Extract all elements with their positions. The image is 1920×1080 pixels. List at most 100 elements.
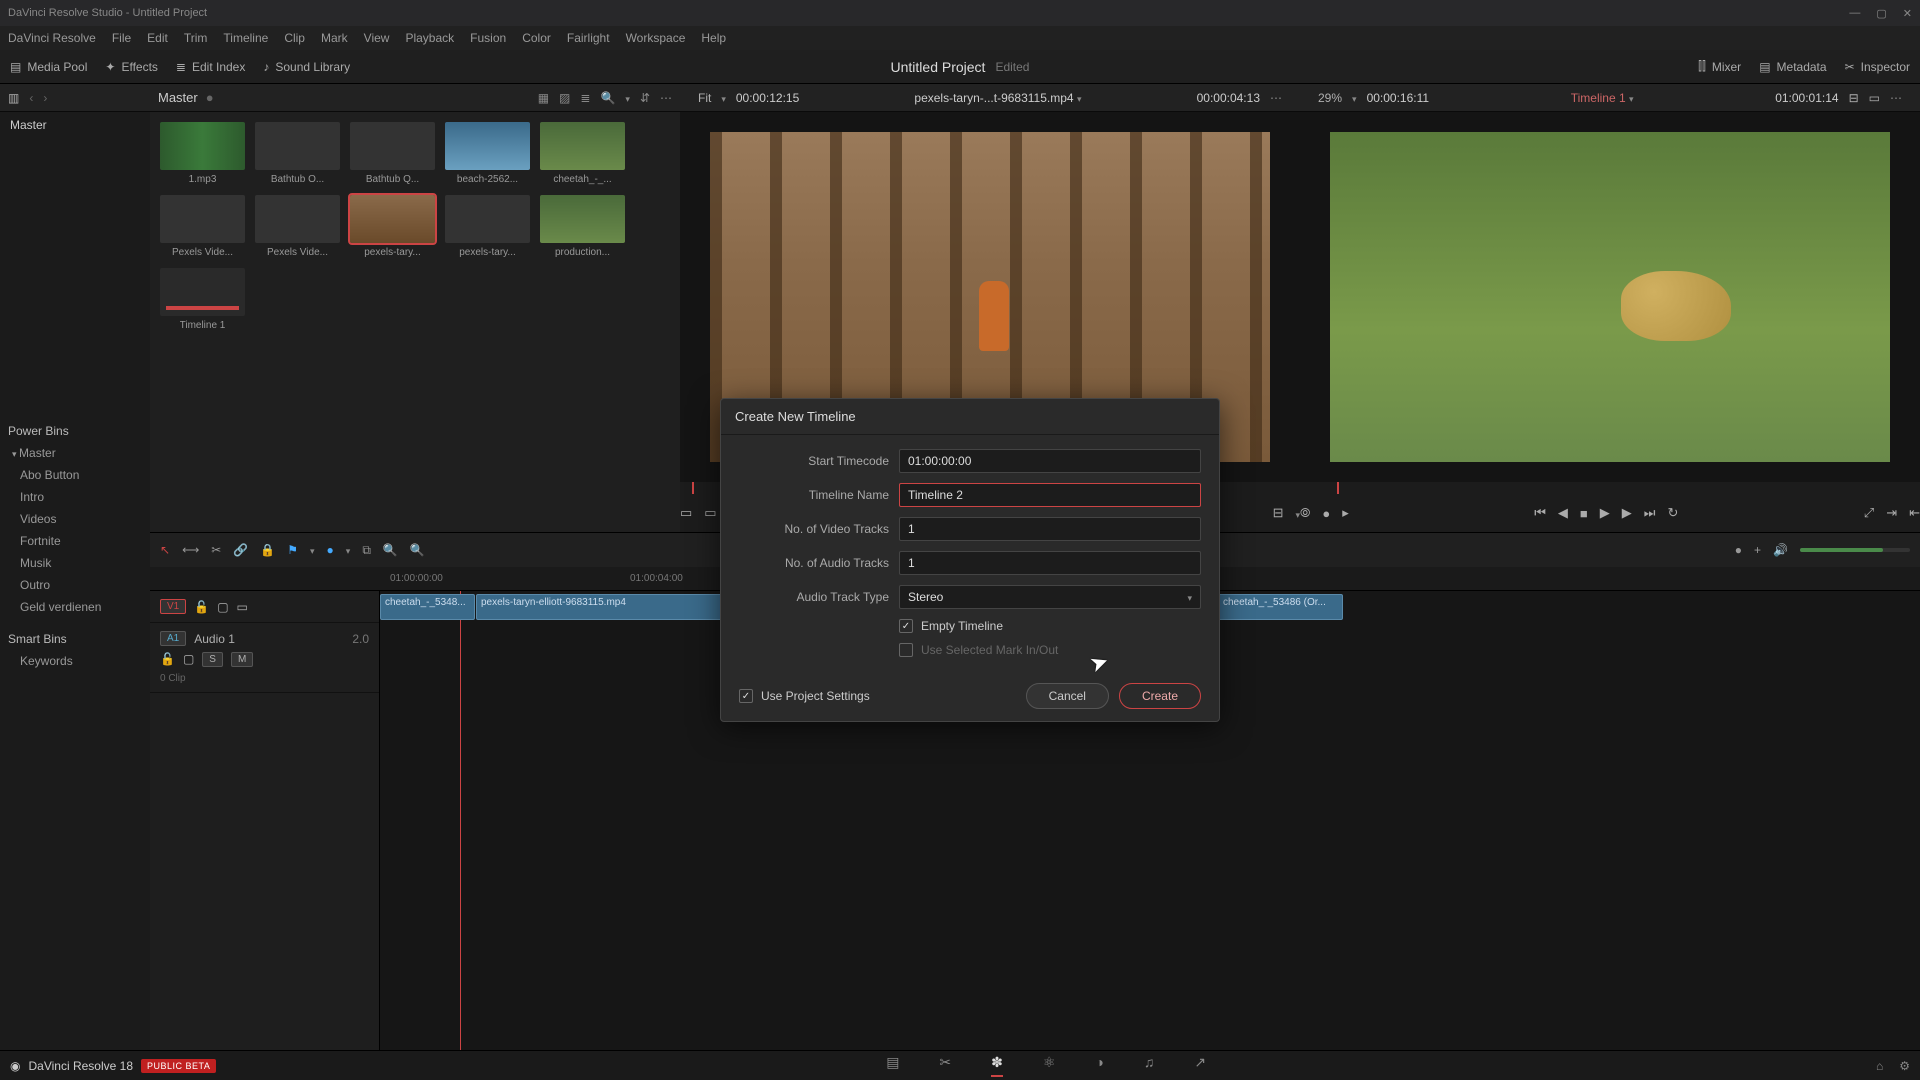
prev-clip-icon[interactable]: ⏮: [1534, 505, 1546, 521]
zoom-out-icon[interactable]: 🔍: [383, 543, 398, 557]
step-fwd-icon[interactable]: ▶: [1622, 505, 1632, 521]
media-thumb[interactable]: beach-2562...: [445, 122, 530, 185]
grid-view-icon[interactable]: ▨: [559, 91, 570, 105]
create-button[interactable]: Create: [1119, 683, 1201, 709]
next-clip-icon[interactable]: ⏭: [1644, 505, 1656, 521]
menu-item[interactable]: View: [364, 31, 390, 45]
go-end-icon[interactable]: ⇥: [1886, 505, 1897, 521]
color-page-icon[interactable]: ◑: [1095, 1054, 1103, 1077]
next-marker-icon[interactable]: ▸: [1342, 505, 1349, 521]
project-settings-icon[interactable]: ⚙: [1899, 1059, 1910, 1073]
cancel-button[interactable]: Cancel: [1026, 683, 1109, 709]
media-thumb[interactable]: Bathtub Q...: [350, 122, 435, 185]
menu-item[interactable]: Workspace: [626, 31, 686, 45]
timeline-scrubber[interactable]: [1300, 482, 1920, 494]
audio-track-type-select[interactable]: Stereo: [899, 585, 1201, 609]
menu-item[interactable]: DaVinci Resolve: [8, 31, 96, 45]
menu-item[interactable]: Trim: [184, 31, 208, 45]
media-pool-grid[interactable]: 1.mp3Bathtub O...Bathtub Q...beach-2562.…: [150, 112, 680, 532]
zoom-slider-thumb[interactable]: ●: [1735, 543, 1742, 557]
close-icon[interactable]: ✕: [1903, 7, 1912, 20]
link-icon[interactable]: 🔗: [233, 543, 248, 557]
zoom-dropdown[interactable]: 29%: [1318, 91, 1342, 105]
mark-out-icon[interactable]: ▭: [704, 505, 716, 521]
video-tracks-input[interactable]: [899, 517, 1201, 541]
sidebar-item[interactable]: Geld verdienen: [0, 596, 150, 618]
filter-icon[interactable]: ⇵: [640, 91, 650, 105]
source-clip-name[interactable]: pexels-taryn-...t-9683115.mp4: [914, 91, 1073, 105]
menu-item[interactable]: Fairlight: [567, 31, 610, 45]
sound-library-toggle[interactable]: ♪ Sound Library: [263, 60, 350, 74]
zoom-in-icon[interactable]: 🔍: [410, 543, 425, 557]
search-icon[interactable]: 🔍: [600, 91, 615, 105]
mixer-toggle[interactable]: ⫿⫿Mixer: [1698, 59, 1741, 74]
media-thumb[interactable]: pexels-tary...: [445, 195, 530, 258]
sidebar-item[interactable]: Fortnite: [0, 530, 150, 552]
bin-view-icon[interactable]: ▥: [8, 91, 19, 105]
timeline-clip[interactable]: cheetah_-_5348...: [380, 594, 475, 620]
volume-icon[interactable]: 🔊: [1773, 543, 1788, 557]
more-icon[interactable]: [1270, 91, 1282, 105]
use-project-settings-checkbox[interactable]: [739, 689, 753, 703]
chevron-down-icon[interactable]: [1077, 91, 1082, 105]
video-track-header[interactable]: V1 🔓 ▢ ▭: [150, 591, 379, 623]
start-timecode-input[interactable]: [899, 449, 1201, 473]
mute-button[interactable]: M: [231, 652, 253, 667]
home-icon[interactable]: ⌂: [1876, 1059, 1883, 1073]
power-master[interactable]: Master: [0, 442, 150, 464]
menu-item[interactable]: Mark: [321, 31, 348, 45]
minimize-icon[interactable]: —: [1849, 7, 1860, 20]
prev-marker-icon[interactable]: ⦾: [1300, 505, 1310, 521]
effects-toggle[interactable]: ✦ Effects: [105, 60, 158, 74]
media-thumb[interactable]: cheetah_-_...: [540, 122, 625, 185]
media-thumb[interactable]: Bathtub O...: [255, 122, 340, 185]
fairlight-page-icon[interactable]: ♫: [1144, 1054, 1155, 1077]
disable-icon[interactable]: ▭: [237, 600, 248, 614]
thumb-view-icon[interactable]: ▦: [538, 91, 549, 105]
menu-item[interactable]: File: [112, 31, 131, 45]
media-thumb[interactable]: Timeline 1: [160, 268, 245, 331]
menu-item[interactable]: Playback: [405, 31, 454, 45]
back-icon[interactable]: ‹: [29, 91, 33, 105]
empty-timeline-checkbox[interactable]: [899, 619, 913, 633]
play-icon[interactable]: ▶: [1600, 505, 1610, 521]
mark-in-icon[interactable]: ▭: [680, 505, 692, 521]
v1-badge[interactable]: V1: [160, 599, 186, 614]
menu-item[interactable]: Color: [522, 31, 551, 45]
menu-item[interactable]: Timeline: [223, 31, 268, 45]
deliver-page-icon[interactable]: ↗: [1194, 1054, 1206, 1077]
list-view-icon[interactable]: ≣: [580, 91, 590, 105]
sidebar-item[interactable]: Abo Button: [0, 464, 150, 486]
solo-button[interactable]: S: [202, 652, 223, 667]
timeline-canvas[interactable]: [1330, 132, 1890, 462]
chevron-down-icon[interactable]: [346, 543, 351, 557]
volume-slider[interactable]: [1800, 548, 1910, 552]
gang-icon[interactable]: ⊟: [1849, 91, 1859, 105]
menu-item[interactable]: Fusion: [470, 31, 506, 45]
snap-icon[interactable]: ⧉: [362, 543, 371, 558]
fusion-page-icon[interactable]: ⚛: [1043, 1054, 1056, 1077]
trim-tool-icon[interactable]: ⟷: [182, 543, 199, 557]
media-thumb[interactable]: 1.mp3: [160, 122, 245, 185]
full-extent-icon[interactable]: ⤢: [1864, 505, 1874, 521]
match-frame-icon[interactable]: ⊟: [1273, 505, 1284, 521]
media-thumb[interactable]: Pexels Vide...: [255, 195, 340, 258]
forward-icon[interactable]: ›: [43, 91, 47, 105]
more-icon[interactable]: [1890, 91, 1902, 105]
audio-tracks-input[interactable]: [899, 551, 1201, 575]
auto-select-icon[interactable]: ▢: [217, 600, 228, 614]
add-marker-icon[interactable]: ●: [1322, 506, 1330, 521]
media-thumb[interactable]: pexels-tary...: [350, 195, 435, 258]
single-viewer-icon[interactable]: ▭: [1869, 91, 1880, 105]
media-page-icon[interactable]: ▤: [886, 1054, 899, 1077]
lock-icon[interactable]: 🔓: [194, 600, 209, 614]
menu-item[interactable]: Clip: [284, 31, 305, 45]
inspector-toggle[interactable]: ✂Inspector: [1845, 59, 1910, 74]
sidebar-item[interactable]: Outro: [0, 574, 150, 596]
media-thumb[interactable]: Pexels Vide...: [160, 195, 245, 258]
maximize-icon[interactable]: ▢: [1876, 7, 1886, 20]
step-back-icon[interactable]: ◀: [1558, 505, 1568, 521]
chevron-down-icon[interactable]: [310, 543, 315, 557]
media-thumb[interactable]: production...: [540, 195, 625, 258]
sidebar-item[interactable]: Videos: [0, 508, 150, 530]
